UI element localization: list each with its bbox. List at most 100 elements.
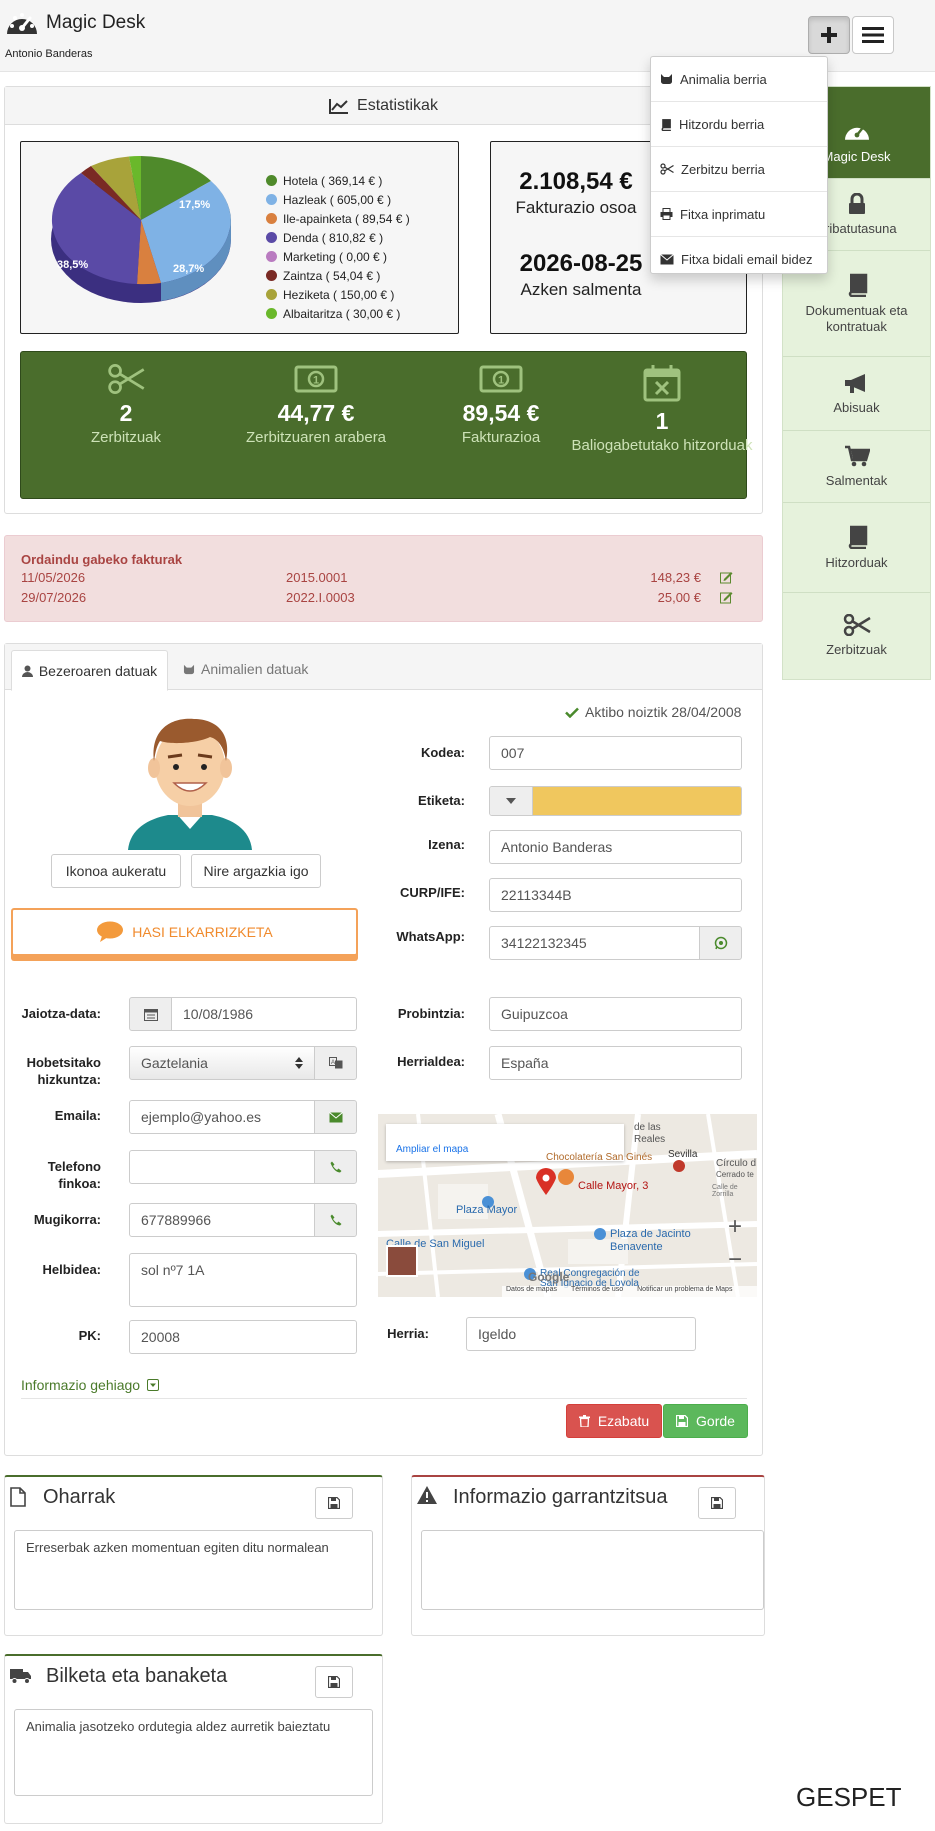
zip-input[interactable]: 20008 xyxy=(129,1320,357,1354)
important-info-textarea[interactable] xyxy=(421,1530,764,1610)
invoice-row[interactable]: 29/07/2026 2022.I.0003 25,00 € xyxy=(21,590,741,608)
email-input[interactable]: ejemplo@yahoo.es xyxy=(129,1100,315,1134)
menu-item-new-appointment[interactable]: Hitzordu berria xyxy=(651,102,827,147)
tab-client-data[interactable]: Bezeroaren datuak xyxy=(11,650,168,691)
sidebar-item-services[interactable]: Zerbitzuak xyxy=(783,593,930,679)
menu-item-print[interactable]: Fitxa inprimatu xyxy=(651,192,827,237)
mobile-label: Mugikorra: xyxy=(33,1212,101,1227)
brand[interactable]: Magic Desk xyxy=(4,8,145,38)
mobile-input[interactable]: 677889966 xyxy=(129,1203,315,1237)
legend-item: Zaintza ( 54,04 € ) xyxy=(266,266,410,285)
whatsapp-label: WhatsApp: xyxy=(396,929,465,944)
pickup-textarea[interactable]: Animalia jasotzeko ordutegia aldez aurre… xyxy=(14,1709,373,1796)
location-map[interactable]: Ampliar el mapa de las Reales Chocolater… xyxy=(378,1114,757,1297)
email-label: Emaila: xyxy=(54,1108,101,1123)
hamburger-icon xyxy=(862,26,884,44)
add-dropdown-menu: Animalia berria Hitzordu berria Zerbitzu… xyxy=(650,56,828,274)
money-icon: 1 xyxy=(479,364,523,394)
envelope-icon xyxy=(660,254,674,265)
total-billing-label: Fakturazio osoa xyxy=(515,198,637,217)
save-notes-button[interactable] xyxy=(315,1487,353,1519)
summary-label: Baliogabetutako hitzorduak xyxy=(571,437,753,454)
client-panel: Bezeroaren datuak Animalien datuak Aktib… xyxy=(4,643,763,1456)
save-pickup-button[interactable] xyxy=(315,1666,353,1698)
delete-button[interactable]: Ezabatu xyxy=(566,1404,662,1438)
scissors-icon xyxy=(660,163,674,175)
choose-icon-button[interactable]: Ikonoa aukeratu xyxy=(51,854,181,888)
menu-item-new-service[interactable]: Zerbitzu berria xyxy=(651,147,827,192)
more-info-toggle[interactable]: Informazio gehiago xyxy=(21,1377,160,1393)
country-label: Herrialdea: xyxy=(397,1054,465,1069)
map-report-link[interactable]: Notificar un problema de Maps xyxy=(637,1286,732,1297)
province-input[interactable]: Guipuzcoa xyxy=(489,997,742,1031)
select-arrows-icon xyxy=(295,1057,303,1069)
invoice-number: 2015.0001 xyxy=(286,570,348,585)
legend-label: Hotela ( 369,14 € ) xyxy=(283,173,383,188)
summary-label: Fakturazioa xyxy=(461,429,541,446)
whatsapp-icon[interactable] xyxy=(699,926,742,960)
tag-select[interactable] xyxy=(489,786,742,816)
whatsapp-input[interactable]: 34122132345 xyxy=(489,926,700,960)
code-input[interactable]: 007 xyxy=(489,736,742,770)
language-select[interactable]: Gaztelania xyxy=(129,1046,315,1080)
town-input[interactable]: Igeldo xyxy=(466,1317,696,1351)
legend-swatch xyxy=(266,194,277,205)
name-input[interactable]: Antonio Banderas xyxy=(489,830,742,864)
edit-icon[interactable] xyxy=(720,571,733,584)
calendar-icon[interactable] xyxy=(129,997,172,1031)
sidebar-item-appointments[interactable]: Hitzorduak xyxy=(783,503,930,593)
menu-item-new-animal[interactable]: Animalia berria xyxy=(651,57,827,102)
translate-icon[interactable]: A xyxy=(314,1046,357,1080)
landline-input[interactable] xyxy=(129,1150,315,1184)
main-menu-button[interactable] xyxy=(852,16,894,54)
menu-item-label: Fitxa inprimatu xyxy=(680,206,766,222)
language-label: Hobetsitako hizkuntza: xyxy=(26,1055,101,1087)
upload-photo-button[interactable]: Nire argazkia igo xyxy=(191,854,321,888)
legend-item: Hazleak ( 605,00 € ) xyxy=(266,190,410,209)
zoom-in-button[interactable]: + xyxy=(719,1212,751,1244)
trash-icon xyxy=(578,1415,590,1427)
start-chat-button[interactable]: HASI ELKARRIZKETA xyxy=(11,908,358,956)
scissors-icon xyxy=(106,364,146,394)
map-place-label: Círculo d xyxy=(716,1158,757,1169)
save-button[interactable]: Gorde xyxy=(663,1404,748,1438)
legend-swatch xyxy=(266,232,277,243)
legend-swatch xyxy=(266,289,277,300)
last-sale-label: Azken salmenta xyxy=(520,280,642,299)
tab-animal-data[interactable]: Animalien datuak xyxy=(183,661,308,677)
save-label: Gorde xyxy=(696,1413,735,1429)
invoice-row[interactable]: 11/05/2026 2015.0001 148,23 € xyxy=(21,570,741,588)
address-textarea[interactable]: sol nº7 1A xyxy=(129,1253,357,1307)
code-label: Kodea: xyxy=(420,745,465,760)
envelope-icon[interactable] xyxy=(314,1100,357,1134)
legend-swatch xyxy=(266,175,277,186)
save-important-button[interactable] xyxy=(698,1487,736,1519)
add-menu-button[interactable] xyxy=(808,16,850,54)
country-input[interactable]: España xyxy=(489,1046,742,1080)
birth-date-input[interactable]: 10/08/1986 xyxy=(171,997,357,1031)
delete-label: Ezabatu xyxy=(597,1413,650,1429)
menu-item-label: Fitxa bidali email bidez xyxy=(681,252,813,267)
tab-label: Bezeroaren datuak xyxy=(38,662,158,679)
book-icon xyxy=(846,525,868,549)
map-place-label: Plaza de Jacinto xyxy=(610,1228,691,1240)
sidebar-item-sales[interactable]: Salmentak xyxy=(783,431,930,503)
notes-textarea[interactable]: Erreserbak azken momentuan egiten ditu n… xyxy=(14,1530,373,1610)
last-sale-value: 2026-08-25 xyxy=(519,250,643,277)
zoom-out-button[interactable]: − xyxy=(719,1246,751,1278)
sidebar-item-label: Zerbitzuak xyxy=(826,642,887,657)
map-terms-link[interactable]: Términos de uso xyxy=(571,1286,623,1297)
street-view-thumbnail[interactable] xyxy=(386,1245,418,1277)
curp-input[interactable]: 22113344B xyxy=(489,878,742,912)
phone-icon[interactable] xyxy=(314,1203,357,1237)
town-label: Herria: xyxy=(387,1326,429,1341)
legend-swatch xyxy=(266,213,277,224)
sidebar-item-notices[interactable]: Abisuak xyxy=(783,357,930,431)
menu-item-email[interactable]: Fitxa bidali email bidez xyxy=(651,237,827,282)
edit-icon[interactable] xyxy=(720,591,733,604)
caret-down-icon[interactable] xyxy=(490,787,533,815)
active-since-text: Aktibo noiztik 28/04/2008 xyxy=(585,704,742,720)
menu-item-label: Zerbitzu berria xyxy=(681,161,765,177)
phone-icon[interactable] xyxy=(314,1150,357,1184)
gespet-logo: GESPET xyxy=(796,1782,901,1813)
